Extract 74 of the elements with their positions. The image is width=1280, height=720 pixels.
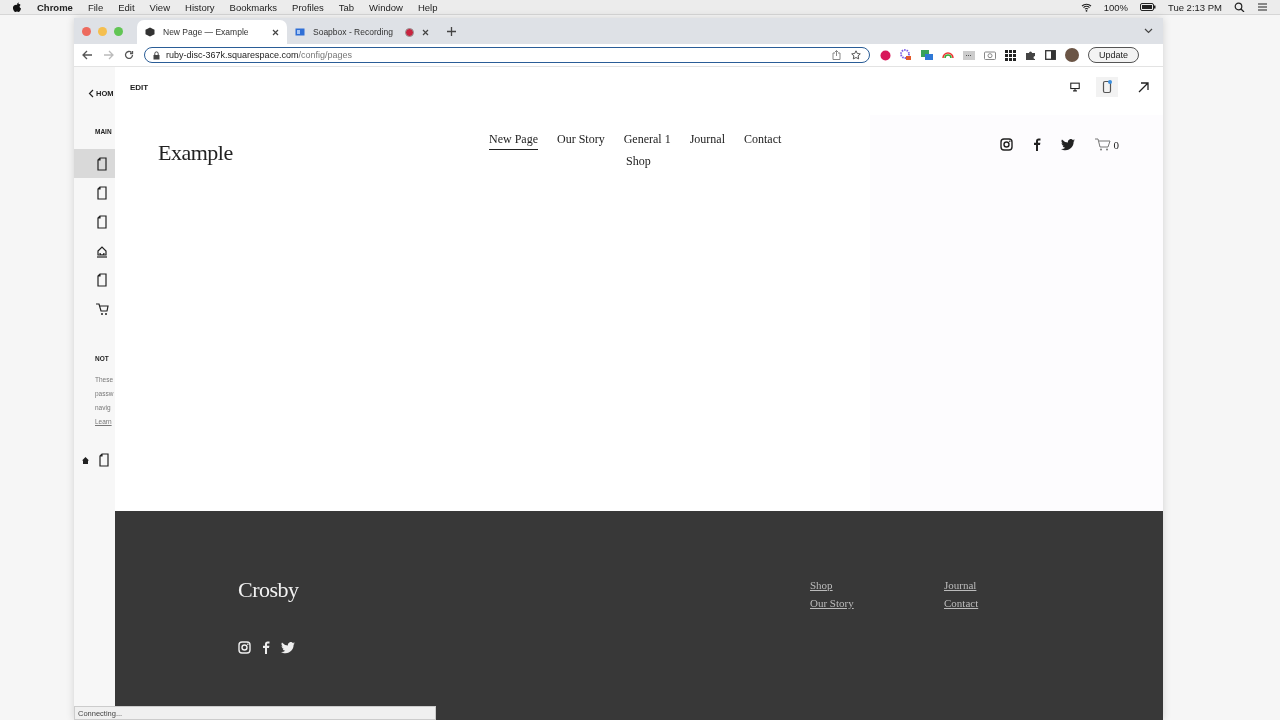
- twitter-icon[interactable]: [281, 641, 295, 654]
- new-tab-button[interactable]: [447, 26, 456, 36]
- wifi-icon[interactable]: [1080, 2, 1092, 12]
- record-icon[interactable]: [880, 49, 891, 61]
- app-menu[interactable]: Chrome: [37, 1, 73, 13]
- nav-link[interactable]: Journal: [689, 132, 725, 150]
- menu-item[interactable]: Window: [369, 1, 403, 13]
- extension-icon[interactable]: [921, 49, 933, 61]
- sidebar-item[interactable]: [74, 149, 115, 178]
- page-icon: [96, 156, 108, 171]
- device-toggle[interactable]: [1096, 77, 1118, 97]
- nav-link[interactable]: General 1: [623, 132, 671, 150]
- rainbow-icon[interactable]: [942, 51, 954, 59]
- puzzle-icon[interactable]: [1025, 49, 1036, 61]
- nav-link[interactable]: Contact: [743, 132, 782, 150]
- nav-link[interactable]: New Page: [489, 132, 538, 150]
- footer-logo[interactable]: Crosby: [238, 577, 810, 603]
- footer-link[interactable]: Contact: [944, 597, 979, 609]
- page-icon: [96, 185, 108, 200]
- chevron-left-icon[interactable]: [88, 89, 94, 98]
- avatar[interactable]: [1065, 48, 1079, 62]
- extension-icon[interactable]: [963, 50, 975, 60]
- grid-icon[interactable]: [1005, 49, 1016, 61]
- edit-label: EDIT: [130, 82, 149, 92]
- lock-icon: [153, 50, 160, 60]
- star-icon[interactable]: [851, 50, 861, 60]
- page-icon: [96, 272, 108, 287]
- cube-icon: [145, 27, 155, 37]
- menu-item[interactable]: Edit: [118, 1, 135, 13]
- back-arrow-icon[interactable]: [82, 50, 93, 60]
- menu-item[interactable]: Bookmarks: [229, 1, 278, 13]
- chevron-down-icon[interactable]: [1144, 28, 1153, 34]
- cart-icon[interactable]: [1094, 138, 1111, 151]
- menu-item[interactable]: Profiles: [292, 1, 324, 13]
- window-icon: [295, 27, 305, 37]
- menu-item[interactable]: View: [149, 1, 170, 13]
- menu-clock[interactable]: Tue 2:13 PM: [1167, 1, 1222, 13]
- close-icon[interactable]: [422, 28, 429, 36]
- nav-link[interactable]: Our Story: [557, 132, 605, 150]
- update-button[interactable]: Update: [1088, 47, 1140, 63]
- site-logo[interactable]: Example: [158, 140, 489, 166]
- facebook-icon[interactable]: [1032, 138, 1041, 151]
- page-icon: [98, 453, 110, 467]
- share-icon[interactable]: [832, 50, 841, 60]
- menu-item[interactable]: File: [87, 1, 104, 13]
- facebook-icon[interactable]: [262, 641, 270, 654]
- page-icon: [96, 214, 108, 229]
- list-icon[interactable]: [1257, 2, 1268, 12]
- arrow-up-right-icon[interactable]: [1138, 81, 1149, 93]
- side-panel-icon[interactable]: [1045, 50, 1056, 60]
- footer-link[interactable]: Our Story: [810, 597, 854, 609]
- cart-icon: [96, 301, 109, 316]
- browser-tab[interactable]: Soapbox - Recording: [287, 20, 437, 44]
- menu-item[interactable]: History: [185, 1, 215, 13]
- reload-icon[interactable]: [124, 50, 134, 60]
- browser-tab[interactable]: New Page — Example: [137, 20, 287, 44]
- extension-icon[interactable]: [900, 49, 912, 61]
- nav-link[interactable]: Shop: [626, 154, 651, 172]
- apple-icon[interactable]: [12, 1, 22, 13]
- instagram-icon[interactable]: [999, 138, 1013, 151]
- camera-icon[interactable]: [984, 50, 996, 60]
- mobile-icon: [1102, 80, 1112, 94]
- menu-item[interactable]: Tab: [338, 1, 355, 13]
- search-icon[interactable]: [1234, 2, 1245, 12]
- battery-icon[interactable]: [1139, 3, 1156, 11]
- close-icon[interactable]: [272, 28, 279, 36]
- footer-link[interactable]: Journal: [944, 579, 977, 591]
- desktop-icon: [1070, 81, 1080, 93]
- twitter-icon[interactable]: [1060, 138, 1075, 151]
- menu-item[interactable]: Help: [417, 1, 438, 13]
- battery-percentage: 100%: [1103, 1, 1128, 13]
- sidebar-item[interactable]: [98, 453, 110, 467]
- footer-link[interactable]: Shop: [810, 579, 833, 591]
- cart-count: 0: [1113, 138, 1119, 151]
